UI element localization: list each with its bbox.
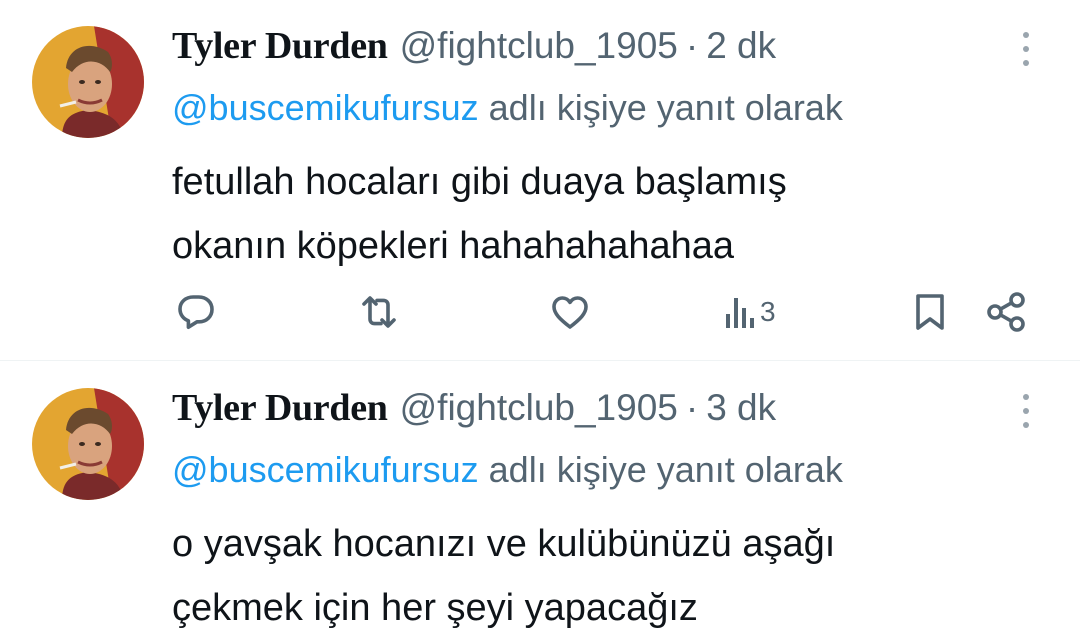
separator-dot: · — [685, 387, 699, 428]
tweet-header: Tyler Durden @fightclub_1905 · 2 dk — [172, 22, 776, 70]
tweet-header: Tyler Durden @fightclub_1905 · 3 dk — [172, 384, 776, 432]
separator-dot: · — [685, 25, 699, 66]
avatar-image — [32, 26, 144, 138]
timestamp[interactable]: 2 dk — [706, 22, 776, 70]
retweet-icon — [362, 296, 396, 328]
avatar[interactable] — [32, 388, 144, 500]
timestamp[interactable]: 3 dk — [706, 384, 776, 432]
reply-icon — [178, 295, 214, 329]
tweet-card[interactable]: Tyler Durden @fightclub_1905 · 2 dk @bus… — [0, 0, 1080, 361]
user-handle[interactable]: @fightclub_1905 — [400, 22, 678, 70]
reply-context: @buscemikufursuz adlı kişiye yanıt olara… — [172, 84, 843, 132]
reply-button[interactable] — [172, 288, 220, 336]
share-button[interactable] — [984, 288, 1028, 336]
reply-context: @buscemikufursuz adlı kişiye yanıt olara… — [172, 446, 843, 494]
views-button[interactable]: 3 — [724, 288, 776, 336]
retweet-button[interactable] — [355, 288, 403, 336]
views-icon — [726, 298, 754, 328]
action-bar: 3 — [0, 288, 1080, 336]
tweet-text: fetullah hocaları gibi duaya başlamış ok… — [172, 161, 787, 267]
display-name[interactable]: Tyler Durden — [172, 22, 388, 70]
views-count: 3 — [760, 296, 776, 327]
more-icon[interactable] — [1012, 32, 1040, 66]
tweet-card[interactable]: Tyler Durden @fightclub_1905 · 3 dk @bus… — [0, 362, 1080, 644]
bookmark-icon — [916, 294, 944, 330]
like-icon — [552, 296, 588, 329]
reply-context-text: adlı kişiye yanıt olarak — [478, 87, 843, 128]
reply-mention-link[interactable]: @buscemikufursuz — [172, 87, 479, 128]
avatar-image — [32, 388, 144, 500]
bookmark-button[interactable] — [912, 288, 948, 336]
share-icon — [987, 292, 1025, 332]
avatar[interactable] — [32, 26, 144, 138]
reply-mention-link[interactable]: @buscemikufursuz — [172, 449, 479, 490]
tweet-text: o yavşak hocanızı ve kulübünüzü aşağı çe… — [172, 523, 836, 629]
display-name[interactable]: Tyler Durden — [172, 384, 388, 432]
user-handle[interactable]: @fightclub_1905 — [400, 384, 678, 432]
like-button[interactable] — [546, 288, 594, 336]
reply-context-text: adlı kişiye yanıt olarak — [478, 449, 843, 490]
more-icon[interactable] — [1012, 394, 1040, 428]
